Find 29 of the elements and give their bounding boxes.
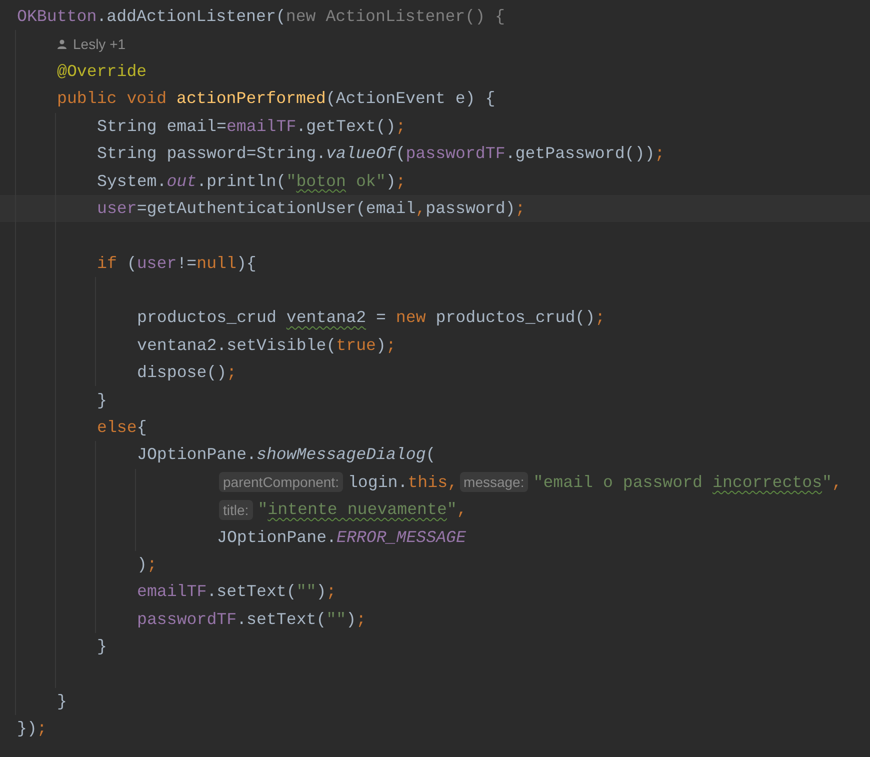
code-text: user=getAuthenticationUser(email,password); (97, 198, 526, 218)
person-icon (57, 39, 67, 50)
code-text: productos_crud ventana2 = new productos_crud(); (137, 308, 606, 328)
code-text: passwordTF.setText(""); (137, 610, 366, 629)
code-text: dispose(); (137, 363, 237, 382)
parameter-hint: parentComponent: (219, 472, 343, 492)
code-text: } (97, 390, 107, 410)
code-text: public void actionPerformed(ActionEvent e) { (57, 89, 496, 108)
code-text: String email=emailTF.getText(); (97, 116, 406, 136)
code-text: }); (17, 719, 47, 738)
code-text: "intente nuevamente", (258, 500, 467, 520)
code-text: "email o password incorrectos", (533, 472, 842, 492)
code-text: ); (137, 555, 157, 574)
code-text: } (97, 637, 107, 656)
code-text: if (user!=null){ (97, 254, 256, 273)
code-text: ventana2.setVisible(true); (137, 336, 396, 355)
parameter-hint: title: (219, 500, 253, 520)
code-text: OKButton.addActionListener(new ActionListener() { (17, 7, 505, 26)
code-text: emailTF.setText(""); (137, 582, 336, 602)
code-text: JOptionPane.showMessageDialog( (137, 445, 436, 464)
code-text: } (57, 692, 67, 711)
code-text: login.this, (348, 472, 458, 492)
code-text: else{ (97, 418, 147, 438)
code-text: @Override (57, 62, 147, 81)
code-text: String password=String.valueOf(passwordTF.getPassword()); (97, 144, 665, 164)
parameter-hint: message: (460, 472, 528, 492)
author-hint[interactable]: Lesly +1 (73, 36, 126, 52)
code-text: JOptionPane.ERROR_MESSAGE (217, 528, 466, 547)
code-text: System.out.println("boton ok"); (97, 172, 406, 191)
